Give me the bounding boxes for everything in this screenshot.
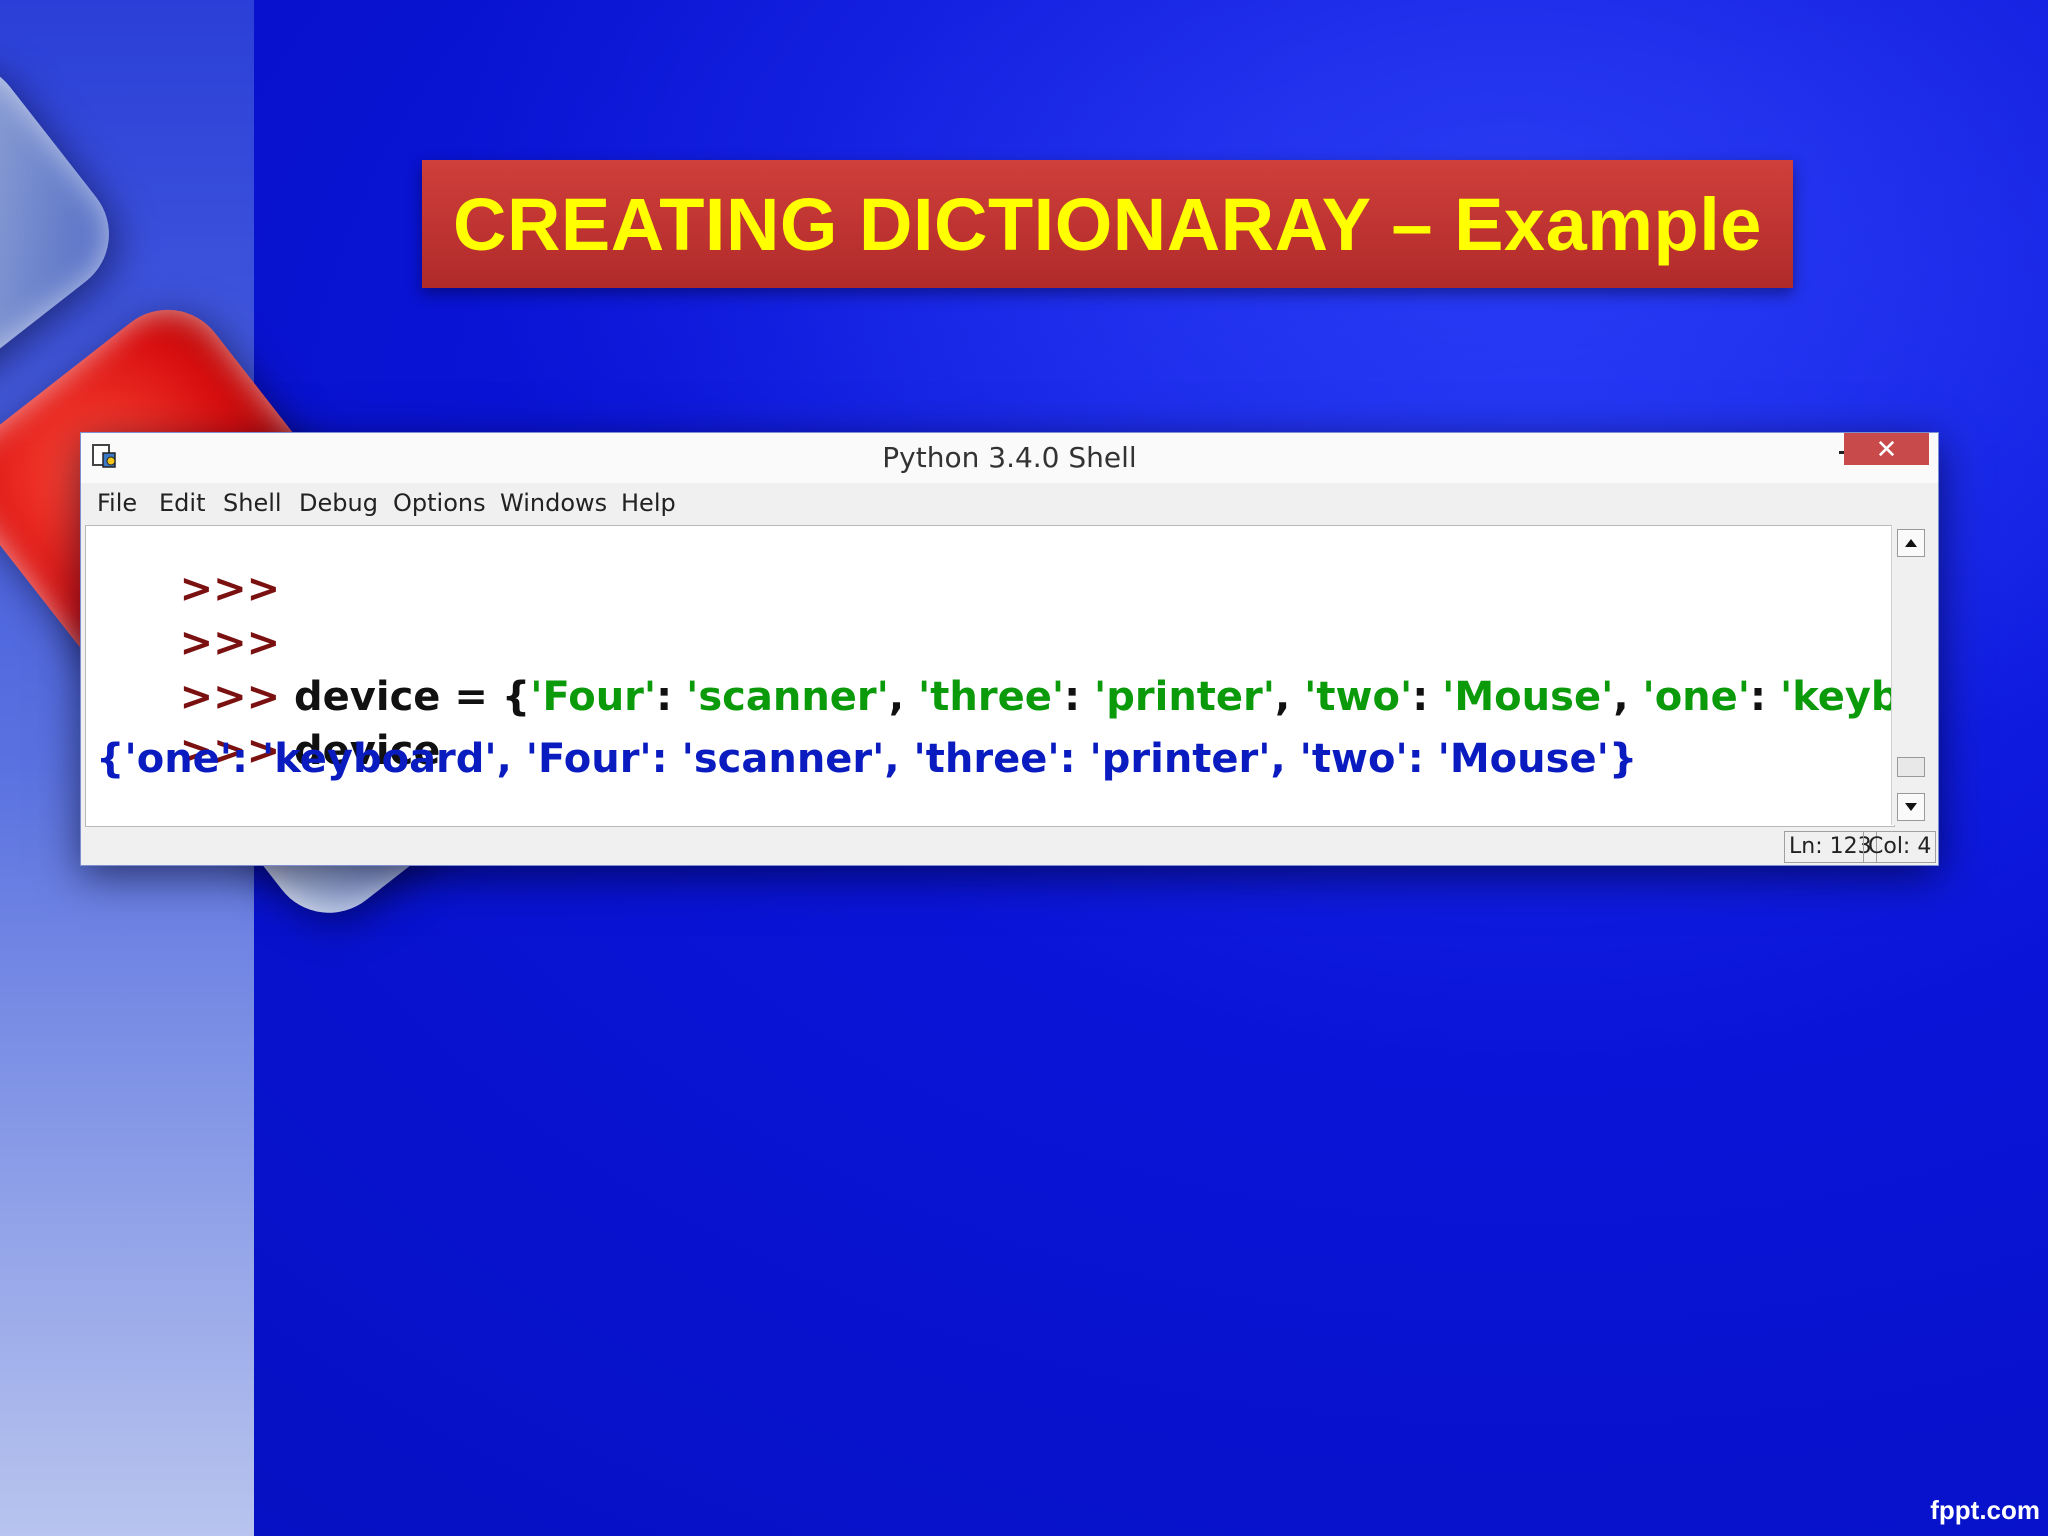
- menu-windows[interactable]: Windows: [500, 489, 607, 517]
- scroll-up-button[interactable]: [1897, 529, 1925, 557]
- menu-edit[interactable]: Edit: [159, 489, 205, 517]
- shell-output-line: {'one': 'keyboard', 'Four': 'scanner', '…: [96, 736, 1638, 782]
- code-token: 'three': [918, 674, 1065, 720]
- code-token: 'Four': [530, 674, 657, 720]
- close-icon: ✕: [1875, 433, 1898, 464]
- vertical-scrollbar[interactable]: [1891, 525, 1928, 825]
- arrow-down-icon: [1905, 803, 1917, 811]
- code-token: ,: [1613, 674, 1643, 720]
- status-column-number: Col: 4: [1863, 831, 1937, 863]
- code-token: :: [656, 674, 687, 720]
- window-title: Python 3.4.0 Shell: [882, 441, 1137, 474]
- slide-title-box: CREATING DICTIONARAY – Example: [422, 160, 1793, 288]
- menu-debug[interactable]: Debug: [299, 489, 378, 517]
- code-token: 'keyboard': [1779, 674, 1895, 720]
- menu-file[interactable]: File: [97, 489, 137, 517]
- code-token: :: [1750, 674, 1780, 720]
- shell-text-area[interactable]: >>> >>> >>> device = {'Four': 'scanner',…: [85, 525, 1895, 827]
- shell-line: >>>: [96, 788, 280, 826]
- menu-shell[interactable]: Shell: [223, 489, 282, 517]
- close-button[interactable]: ✕: [1844, 433, 1929, 465]
- code-token: ,: [888, 674, 919, 720]
- slide-title: CREATING DICTIONARAY – Example: [453, 182, 1762, 266]
- window-titlebar[interactable]: Python 3.4.0 Shell ✕: [81, 433, 1938, 483]
- scrollbar-thumb[interactable]: [1897, 757, 1925, 777]
- code-token: 'scanner': [686, 674, 889, 720]
- menu-options[interactable]: Options: [393, 489, 486, 517]
- menu-bar: File Edit Shell Debug Options Windows He…: [81, 483, 1938, 523]
- code-token: 'printer': [1094, 674, 1276, 720]
- code-token: 'one': [1642, 674, 1751, 720]
- code-token: 'Mouse': [1442, 674, 1614, 720]
- code-token: 'two': [1304, 674, 1413, 720]
- watermark: fppt.com: [1930, 1495, 2040, 1525]
- python-shell-window: Python 3.4.0 Shell ✕ File Edit Shell Deb…: [80, 432, 1939, 866]
- code-token: :: [1064, 674, 1095, 720]
- code-token: ,: [1275, 674, 1305, 720]
- menu-help[interactable]: Help: [621, 489, 676, 517]
- scroll-down-button[interactable]: [1897, 793, 1925, 821]
- arrow-up-icon: [1905, 539, 1917, 547]
- status-bar: Ln: 123 Col: 4: [81, 827, 1938, 865]
- code-token: :: [1412, 674, 1443, 720]
